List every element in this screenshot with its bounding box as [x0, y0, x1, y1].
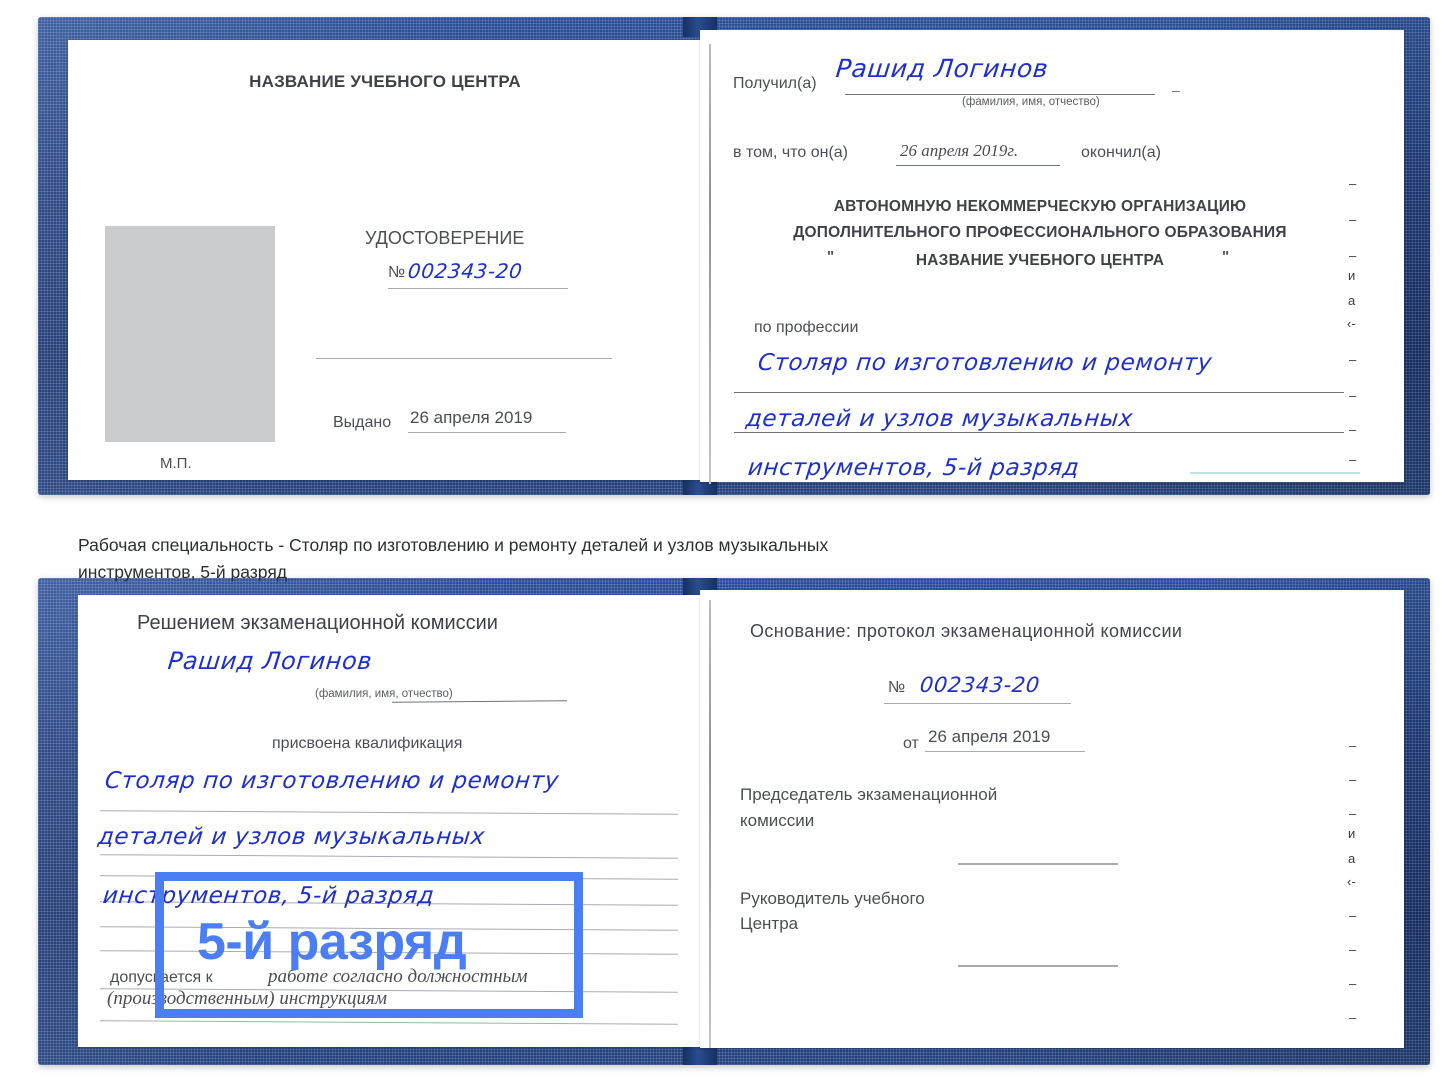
top-margin-mark-10: – [1349, 452, 1357, 467]
bottom-margin-mark-5: а [1348, 851, 1356, 866]
bottom-left-qualification-line2: деталей и узлов музыкальных [96, 824, 487, 850]
top-right-profession-label: по профессии [754, 319, 859, 336]
bottom-margin-mark-7: – [1349, 908, 1357, 923]
top-right-fio-hint: (фамилия, имя, отчество) [962, 96, 1100, 108]
bottom-right-basis-label: Основание: протокол экзаменационной коми… [750, 621, 1183, 641]
bottom-right-head-sign-rule [958, 965, 1118, 967]
top-right-profession-line2: деталей и узлов музыкальных [744, 406, 1135, 432]
top-left-blank-rule [316, 358, 612, 359]
top-left-header: НАЗВАНИЕ УЧЕБНОГО ЦЕНТРА [249, 72, 521, 91]
top-right-org-line3: НАЗВАНИЕ УЧЕБНОГО ЦЕНТРА [915, 252, 1165, 269]
bottom-right-chairman-line2: комиссии [740, 811, 815, 830]
bottom-left-qualification-line1: Столяр по изготовлению и ремонту [103, 768, 561, 794]
bottom-left-qualification-label: присвоена квалификация [272, 735, 463, 752]
bottom-right-head-line2: Центра [740, 914, 799, 933]
top-right-org-line2: ДОПОЛНИТЕЛЬНОГО ПРОФЕССИОНАЛЬНОГО ОБРАЗО… [793, 224, 1287, 241]
top-left-number-rule [388, 288, 568, 289]
bottom-margin-mark-8: – [1349, 942, 1357, 957]
caption-line-1: Рабочая специальность - Столяр по изгото… [78, 535, 829, 555]
bottom-margin-mark-6: ‹- [1347, 874, 1356, 889]
bottom-margin-mark-4: и [1348, 826, 1356, 841]
bottom-right-chairman-line1: Председатель экзаменационной [740, 785, 998, 804]
certificate-bottom-fold [709, 600, 711, 1048]
bottom-left-name-value: Рашид Логинов [166, 647, 374, 675]
top-left-doc-type: УДОСТОВЕРЕНИЕ [365, 228, 525, 248]
top-margin-mark-5: а [1348, 293, 1356, 308]
top-right-quote-close: " [1222, 248, 1230, 265]
top-left-issued-label: Выдано [333, 414, 392, 431]
bottom-right-number-label: № [888, 679, 906, 696]
photo-placeholder [105, 226, 275, 442]
bottom-margin-mark-1: – [1349, 738, 1357, 753]
top-right-profession-line1: Столяр по изготовлению и ремонту [756, 350, 1214, 376]
top-right-inthat-value: 26 апреля 2019г. [900, 141, 1019, 160]
bottom-left-header: Решением экзаменационной комиссии [137, 612, 498, 634]
bottom-margin-mark-9: – [1349, 976, 1357, 991]
top-margin-mark-7: – [1349, 352, 1357, 367]
bottom-left-fio-hint: (фамилия, имя, отчество) [315, 688, 453, 700]
top-left-issued-value: 26 апреля 2019 [410, 408, 533, 427]
certificate-screenshot: НАЗВАНИЕ УЧЕБНОГО ЦЕНТРА УДОСТОВЕРЕНИЕ №… [0, 0, 1448, 1085]
bottom-right-date-rule [925, 751, 1085, 752]
top-right-received-dash: – [1172, 82, 1180, 98]
top-right-inthat-label: в том, что он(а) [733, 144, 848, 161]
bottom-margin-mark-10: – [1349, 1010, 1357, 1025]
top-left-number-value: 002343-20 [406, 259, 524, 283]
top-margin-mark-9: – [1349, 422, 1357, 437]
certificate-top-fold [709, 44, 711, 484]
top-right-profession-rule1 [734, 392, 1344, 393]
caption-text: Рабочая специальность - Столяр по изгото… [78, 532, 1078, 586]
bottom-margin-mark-3: – [1349, 806, 1357, 821]
top-margin-mark-4: и [1348, 268, 1356, 283]
top-left-stamp-label: М.П. [160, 455, 192, 472]
top-right-profession-line3: инструментов, 5-й разряд [746, 455, 1081, 481]
bottom-right-date-label: от [903, 735, 919, 752]
top-margin-mark-2: – [1349, 212, 1357, 227]
top-left-issued-rule [408, 432, 566, 433]
bottom-right-date-value: 26 апреля 2019 [928, 727, 1051, 746]
top-right-org-line1: АВТОНОМНУЮ НЕКОММЕРЧЕСКУЮ ОРГАНИЗАЦИЮ [833, 198, 1247, 215]
top-right-received-rule [845, 94, 1155, 95]
top-right-profession-rule2 [734, 432, 1344, 433]
highlight-label: 5-й разряд [197, 913, 467, 971]
bottom-right-number-rule [884, 703, 1071, 704]
top-right-faint-line [1190, 472, 1360, 474]
top-right-finished-label: окончил(а) [1081, 144, 1161, 161]
bottom-margin-mark-2: – [1349, 772, 1357, 787]
bottom-right-head-line1: Руководитель учебного [740, 889, 925, 908]
top-right-received-value: Рашид Логинов [834, 54, 1050, 83]
bottom-right-chairman-sign-rule [958, 863, 1118, 865]
top-left-number-label: № [388, 264, 406, 281]
bottom-right-number-value: 002343-20 [918, 673, 1042, 697]
top-margin-mark-6: ‹- [1347, 316, 1356, 331]
top-right-inthat-rule [896, 165, 1060, 166]
top-margin-mark-8: – [1349, 388, 1357, 403]
caption-line-2: инструментов, 5-й разряд [78, 562, 288, 582]
top-margin-mark-3: – [1349, 248, 1357, 263]
top-right-received-label: Получил(а) [733, 75, 817, 92]
top-margin-mark-1: – [1349, 176, 1357, 191]
